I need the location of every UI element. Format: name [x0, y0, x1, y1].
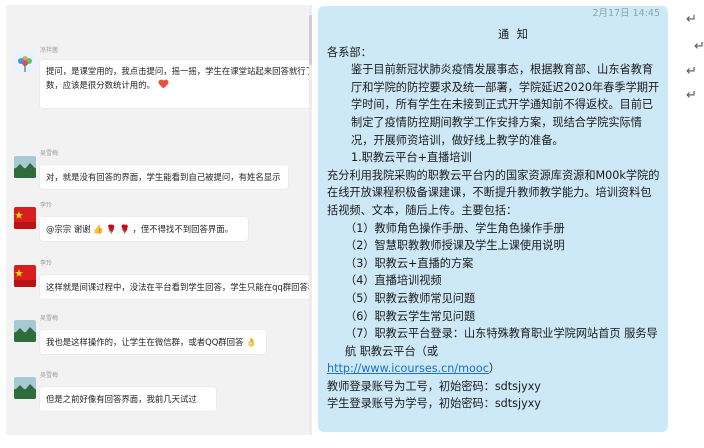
message-bubble[interactable]: 这样就是间课过程中，没法在平台看到学生回答，学生只能在qq群回答和 [40, 275, 312, 299]
message-timestamp: 2月17日 14:45 [592, 8, 660, 19]
notice-list-item: （6）职教云学生常见问题 [345, 309, 476, 323]
chat-history-panel[interactable]: 凉拌菌 提问，是课堂用的，我点击提问，摇一摇，学生在课堂站起来回答就行了， 数，… [6, 5, 312, 435]
notice-paragraph: 鉴于目前新冠状肺炎疫情发展事态，根据教育部、山东省教育厅和学院的防控要求及统一部… [351, 63, 660, 147]
sender-name: 吴雪梅 [40, 150, 59, 157]
thumbs-up-emoji: 👍 [93, 224, 104, 234]
notice-body: 通 知 各系部： 鉴于目前新冠状肺炎疫情发展事态，根据教育部、山东省教育厅和学院… [327, 26, 661, 413]
message-bubble[interactable]: 我也是这样操作的，让学生在微信群，或者QQ群回答 👌 [40, 330, 266, 354]
notice-section-heading: 1.职教云平台+直播培训 [351, 151, 472, 165]
landscape-avatar[interactable] [14, 377, 36, 399]
notice-title: 通 知 [498, 28, 530, 41]
ok-hand-emoji: 👌 [246, 337, 257, 347]
message-text: 但是之前好像有回答界面，我前几天试过 [46, 394, 197, 404]
notice-message-bubble[interactable]: 2月17日 14:45 通 知 各系部： 鉴于目前新冠状肺炎疫情发展事态，根据教… [318, 6, 668, 432]
return-arrow-icon: ↵ [686, 12, 697, 27]
message-bubble[interactable]: 提问，是课堂用的，我点击提问，摇一摇，学生在课堂站起来回答就行了， 数，应该是很… [40, 60, 312, 108]
message-text: 数，应该是很分数统计用的。 [46, 80, 155, 90]
flag-avatar[interactable] [14, 207, 36, 229]
sender-name: 凉拌菌 [40, 47, 59, 54]
notice-list-item: （1）教师角色操作手册、学生角色操作手册 [345, 221, 565, 235]
rose-emoji: 🌹 [106, 224, 117, 234]
flag-avatar[interactable] [14, 265, 36, 287]
notice-salutation: 各系部： [327, 45, 372, 59]
notice-paragraph: 充分利用我院采购的职教云平台内的国家资源库资源和M00k学院的在线开放课程积极备… [327, 168, 660, 217]
message-bubble[interactable]: @宗宗 谢谢 👍 🌹 🌹 ，侄不得找不到回答界面。 [40, 217, 248, 241]
return-arrow-icon: ↵ [694, 39, 704, 54]
message-bubble[interactable]: 但是之前好像有回答界面，我前几天试过 [40, 387, 216, 411]
scrollbar-thumb[interactable] [309, 15, 312, 65]
message-text: 对，就是没有回答的界面，学生能看到自己被提问，有姓名显示 [46, 172, 281, 182]
notice-list-item: （4）直播培训视频 [345, 274, 442, 288]
sender-name: 李玲 [40, 260, 53, 267]
message-text: 我也是这样操作的，让学生在微信群，或者QQ群回答 [46, 337, 244, 347]
notice-list-item: （2）智慧职教教师授课及学生上课使用说明 [345, 239, 565, 253]
rose-emoji: 🌹 [119, 224, 130, 234]
message-text: 提问，是课堂用的，我点击提问，摇一摇，学生在课堂站起来回答就行了， [46, 66, 312, 76]
message-text: 这样就是间课过程中，没法在平台看到学生回答，学生只能在qq群回答和 [46, 282, 312, 292]
return-arrow-icon: ↵ [686, 64, 697, 79]
landscape-avatar[interactable] [14, 156, 36, 178]
return-arrow-icon: ↵ [686, 88, 697, 103]
message-text: ，侄不得找不到回答界面。 [132, 224, 234, 234]
notice-list-item: （3）职教云+直播的方案 [345, 256, 474, 270]
student-login-info: 学生登录账号为学号，初始密码：sdtsjyxy [327, 397, 541, 411]
sender-name: 吴雪梅 [40, 372, 59, 379]
message-bubble[interactable]: 对，就是没有回答的界面，学生能看到自己被提问，有姓名显示 [40, 165, 288, 189]
notice-list-item: （7）职教云平台登录：山东特殊教育职业学院网站首页 服务导航 职教云平台（或 [345, 327, 658, 358]
notice-list-item: （5）职教云教师常见问题 [345, 291, 476, 305]
sender-name: 李玲 [40, 202, 53, 209]
link-paren: ） [488, 362, 501, 376]
teacher-login-info: 教师登录账号为工号，初始密码：sdtsjyxy [327, 379, 541, 393]
mooc-link[interactable]: http://www.icourses.cn/mooc [327, 362, 489, 375]
scrollbar-track[interactable] [309, 5, 312, 435]
sender-name: 吴雪梅 [40, 315, 59, 322]
message-text: @宗宗 谢谢 [46, 224, 91, 234]
flower-avatar[interactable] [14, 51, 36, 73]
landscape-avatar[interactable] [14, 320, 36, 342]
heart-emoji [158, 79, 169, 93]
